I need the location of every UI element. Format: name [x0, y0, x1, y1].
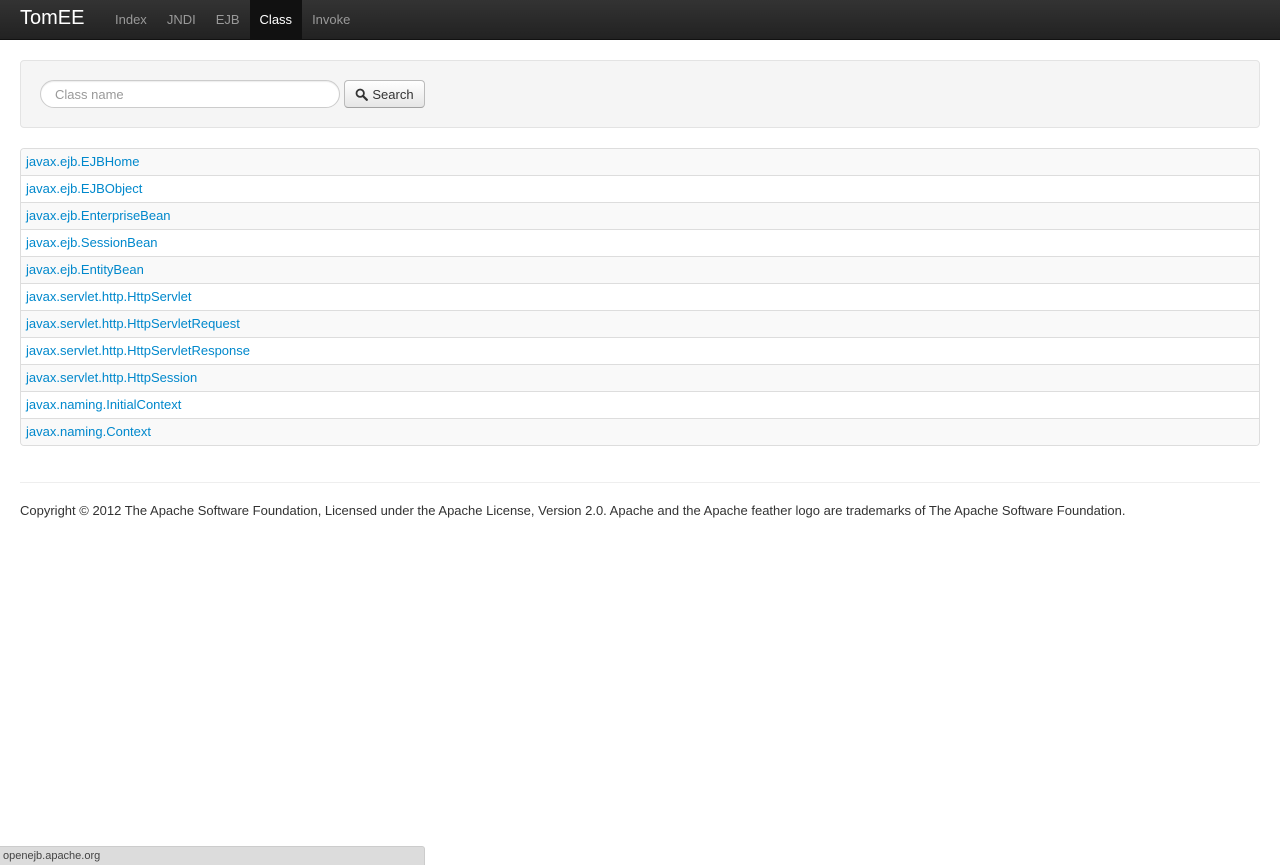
nav-item-invoke[interactable]: Invoke: [302, 0, 360, 40]
class-link[interactable]: javax.ejb.EnterpriseBean: [26, 208, 171, 223]
class-link[interactable]: javax.servlet.http.HttpServletRequest: [26, 316, 240, 331]
footer-divider: [20, 482, 1260, 483]
class-link[interactable]: javax.ejb.EntityBean: [26, 262, 144, 277]
footer-copyright: Copyright © 2012 The Apache Software Fou…: [20, 503, 1126, 518]
search-button-label: Search: [372, 86, 414, 102]
list-item: javax.servlet.http.HttpSession: [21, 364, 1259, 391]
nav-item-index[interactable]: Index: [105, 0, 157, 40]
class-list: javax.ejb.EJBHome javax.ejb.EJBObject ja…: [20, 148, 1260, 446]
list-item: javax.ejb.EJBObject: [21, 175, 1259, 202]
brand-logo[interactable]: TomEE: [20, 7, 84, 29]
nav-item-class[interactable]: Class: [249, 0, 303, 40]
list-item: javax.servlet.http.HttpServletResponse: [21, 337, 1259, 364]
class-link[interactable]: javax.servlet.http.HttpServlet: [26, 289, 191, 304]
list-item: javax.servlet.http.HttpServlet: [21, 283, 1259, 310]
class-link[interactable]: javax.servlet.http.HttpSession: [26, 370, 197, 385]
list-item: javax.ejb.SessionBean: [21, 229, 1259, 256]
class-link[interactable]: javax.ejb.EJBObject: [26, 181, 142, 196]
nav-item-jndi[interactable]: JNDI: [157, 0, 206, 40]
list-item: javax.ejb.EnterpriseBean: [21, 202, 1259, 229]
top-navbar: TomEE Index JNDI EJB Class Invoke: [0, 0, 1280, 40]
list-item: javax.ejb.EJBHome: [21, 149, 1259, 175]
nav-item-ejb[interactable]: EJB: [206, 0, 250, 40]
class-link[interactable]: javax.servlet.http.HttpServletResponse: [26, 343, 250, 358]
search-button[interactable]: Search: [344, 80, 425, 108]
class-link[interactable]: javax.ejb.SessionBean: [26, 235, 158, 250]
list-item: javax.naming.InitialContext: [21, 391, 1259, 418]
search-panel: Search: [20, 60, 1260, 128]
search-icon: [355, 88, 369, 101]
class-link[interactable]: javax.naming.Context: [26, 424, 151, 439]
class-link[interactable]: javax.ejb.EJBHome: [26, 154, 139, 169]
class-name-input[interactable]: [40, 80, 340, 108]
list-item: javax.ejb.EntityBean: [21, 256, 1259, 283]
nav-menu: Index JNDI EJB Class Invoke: [105, 0, 360, 40]
class-link[interactable]: javax.naming.InitialContext: [26, 397, 181, 412]
list-item: javax.naming.Context: [21, 418, 1259, 445]
browser-status-bar: openejb.apache.org: [0, 846, 425, 865]
list-item: javax.servlet.http.HttpServletRequest: [21, 310, 1259, 337]
